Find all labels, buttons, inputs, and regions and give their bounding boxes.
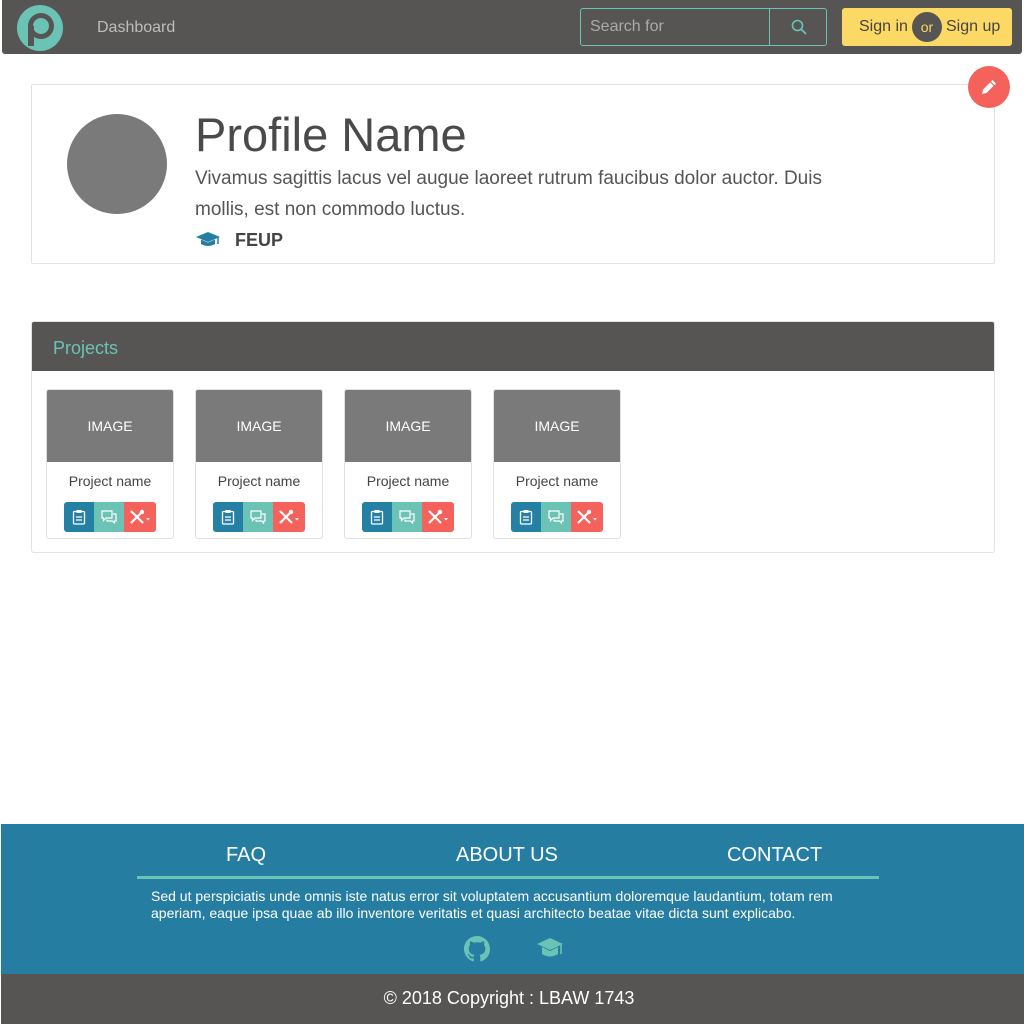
graduation-cap-icon	[537, 938, 563, 957]
copyright-bar: © 2018 Copyright : LBAW 1743	[1, 974, 1024, 1024]
project-tasks-button[interactable]	[64, 502, 94, 532]
footer: FAQ ABOUT US CONTACT Sed ut perspiciatis…	[1, 824, 1024, 974]
project-settings-dropdown[interactable]	[124, 502, 156, 532]
auth-group: Sign in or Sign up	[842, 8, 1012, 46]
project-settings-dropdown[interactable]	[422, 502, 454, 532]
project-tasks-button[interactable]	[213, 502, 243, 532]
graduation-cap-icon	[196, 232, 220, 246]
search-button[interactable]	[771, 9, 826, 45]
profile-name: Profile Name	[195, 108, 467, 161]
search-form	[580, 8, 827, 46]
project-name[interactable]: Project name	[196, 473, 322, 489]
project-settings-dropdown[interactable]	[571, 502, 603, 532]
projects-title: Projects	[53, 338, 119, 358]
project-chat-button[interactable]	[392, 502, 422, 532]
project-chat-button[interactable]	[541, 502, 571, 532]
chat-icon	[250, 510, 266, 524]
projects-panel: Projects IMAGE Project name IMAGE Projec…	[31, 321, 995, 553]
project-actions	[511, 502, 603, 532]
school-name: FEUP	[235, 229, 284, 250]
university-link[interactable]	[535, 934, 565, 964]
pencil-icon	[982, 80, 996, 94]
search-input[interactable]	[581, 9, 770, 45]
github-icon	[464, 936, 490, 962]
profile-description: Vivamus sagittis lacus vel augue laoreet…	[195, 168, 822, 220]
project-actions	[64, 502, 156, 532]
project-chat-button[interactable]	[94, 502, 124, 532]
sign-up-button[interactable]: Sign up	[946, 18, 1000, 36]
or-separator: or	[912, 12, 942, 42]
footer-link-about-us[interactable]: ABOUT US	[456, 844, 558, 867]
project-image: IMAGE	[196, 390, 322, 462]
project-chat-button[interactable]	[243, 502, 273, 532]
project-name[interactable]: Project name	[47, 473, 173, 489]
footer-link-faq[interactable]: FAQ	[226, 844, 266, 867]
sign-in-button[interactable]: Sign in	[859, 18, 908, 36]
chat-icon	[548, 510, 564, 524]
project-card[interactable]: IMAGE Project name	[46, 389, 174, 539]
profile-card: Profile Name Vivamus sagittis lacus vel …	[31, 84, 995, 264]
clipboard-icon	[370, 510, 384, 525]
projects-header: Projects	[32, 322, 994, 371]
chat-icon	[101, 510, 117, 524]
p-logo-icon[interactable]	[16, 4, 64, 52]
footer-text: Sed ut perspiciatis unde omnis iste natu…	[151, 888, 833, 921]
footer-divider	[137, 876, 879, 879]
project-card[interactable]: IMAGE Project name	[493, 389, 621, 539]
search-icon	[791, 19, 806, 35]
edit-profile-button[interactable]	[968, 66, 1010, 108]
avatar	[67, 114, 167, 214]
copyright-text: © 2018 Copyright : LBAW 1743	[383, 988, 635, 1008]
chat-icon	[399, 510, 415, 524]
project-actions	[362, 502, 454, 532]
tools-icon	[130, 509, 150, 524]
github-link[interactable]	[462, 934, 492, 964]
project-name[interactable]: Project name	[345, 473, 471, 489]
clipboard-icon	[72, 510, 86, 525]
clipboard-icon	[519, 510, 533, 525]
project-image: IMAGE	[494, 390, 620, 462]
school-row: FEUP	[195, 228, 283, 252]
project-tasks-button[interactable]	[362, 502, 392, 532]
tools-icon	[279, 509, 299, 524]
project-image: IMAGE	[47, 390, 173, 462]
project-name[interactable]: Project name	[494, 473, 620, 489]
project-actions	[213, 502, 305, 532]
project-image: IMAGE	[345, 390, 471, 462]
project-card[interactable]: IMAGE Project name	[344, 389, 472, 539]
project-card[interactable]: IMAGE Project name	[195, 389, 323, 539]
tools-icon	[428, 509, 448, 524]
project-settings-dropdown[interactable]	[273, 502, 305, 532]
navbar: Dashboard Sign in or Sign up	[2, 0, 1022, 54]
project-tasks-button[interactable]	[511, 502, 541, 532]
clipboard-icon	[221, 510, 235, 525]
tools-icon	[577, 509, 597, 524]
footer-link-contact[interactable]: CONTACT	[727, 844, 822, 867]
nav-dashboard-link[interactable]: Dashboard	[97, 19, 175, 37]
